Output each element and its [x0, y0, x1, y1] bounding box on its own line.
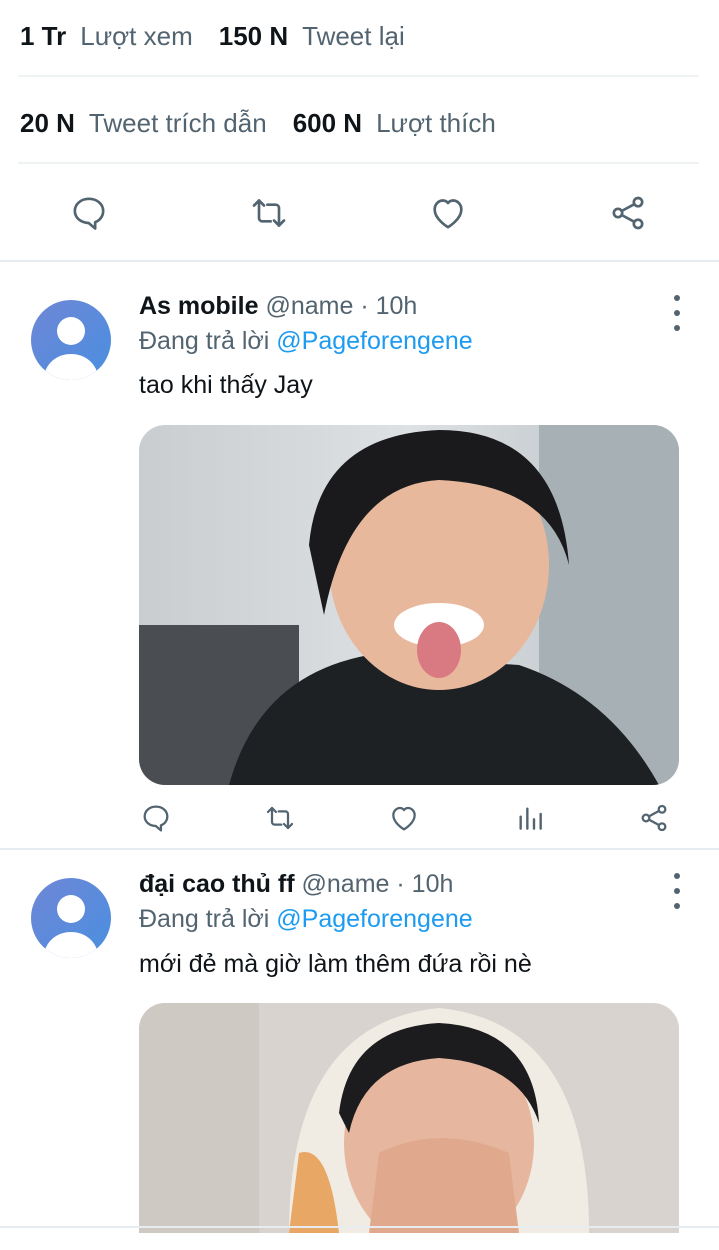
timestamp[interactable]: 10h [412, 870, 454, 898]
display-name[interactable]: As mobile [139, 292, 258, 320]
retweet-icon [252, 199, 286, 227]
like-button[interactable] [426, 191, 470, 235]
tweet-text: mới đẻ mà giờ làm thêm đứa rồi nè [139, 950, 532, 978]
replying-to-prefix: Đang trả lời [139, 327, 270, 355]
retweets-label[interactable]: Tweet lại [302, 21, 405, 52]
reply-button[interactable] [67, 191, 111, 235]
default-avatar-icon [43, 895, 99, 958]
main-tweet-action-bar [0, 180, 719, 246]
more-options-button[interactable] [665, 873, 689, 909]
separator: · [360, 292, 369, 320]
avatar[interactable] [31, 878, 111, 958]
replying-to-mention[interactable]: @Pageforengene [276, 905, 472, 933]
quotes-label[interactable]: Tweet trích dẫn [89, 108, 267, 139]
analytics-button[interactable] [510, 798, 550, 838]
share-button[interactable] [606, 191, 650, 235]
more-vertical-icon [674, 295, 680, 301]
reply-tweet-2[interactable]: đại cao thủ ff @name · 10h Đang trả lời … [0, 850, 719, 1233]
likes-count[interactable]: 600 N [293, 108, 362, 139]
like-button[interactable] [384, 798, 424, 838]
stats-row-views-retweets: 1 Tr Lượt xem 150 N Tweet lại [20, 16, 699, 56]
bottom-divider [0, 1226, 719, 1228]
photo-image [139, 1003, 679, 1233]
stats-divider-2 [18, 162, 699, 164]
retweet-icon [266, 806, 294, 830]
more-options-button[interactable] [665, 295, 689, 331]
user-handle[interactable]: @name [265, 292, 353, 320]
tweet-header: đại cao thủ ff @name · 10h [139, 870, 453, 899]
analytics-icon [519, 807, 542, 830]
photo-image [139, 425, 679, 785]
default-avatar-icon [43, 317, 99, 380]
replying-to-mention[interactable]: @Pageforengene [276, 327, 472, 355]
reply-button[interactable] [136, 798, 176, 838]
reply-icon [143, 805, 169, 832]
share-icon [641, 804, 667, 832]
replying-to: Đang trả lời @Pageforengene [139, 905, 473, 934]
share-button[interactable] [634, 798, 674, 838]
stats-divider-1 [18, 75, 699, 77]
heart-icon [392, 806, 416, 831]
timestamp[interactable]: 10h [376, 292, 418, 320]
retweet-button[interactable] [247, 191, 291, 235]
likes-label[interactable]: Lượt thích [376, 108, 496, 139]
tweet-media-image[interactable] [139, 1003, 679, 1233]
reply-icon [73, 197, 105, 230]
share-icon [612, 196, 644, 230]
tweet-header: As mobile @name · 10h [139, 292, 417, 321]
retweets-count[interactable]: 150 N [219, 21, 288, 52]
retweet-button[interactable] [260, 798, 300, 838]
replying-to: Đang trả lời @Pageforengene [139, 327, 473, 356]
quotes-count[interactable]: 20 N [20, 108, 75, 139]
avatar[interactable] [31, 300, 111, 380]
user-handle[interactable]: @name [302, 870, 390, 898]
separator: · [396, 870, 405, 898]
reply-tweet-1[interactable]: As mobile @name · 10h Đang trả lời @Page… [0, 262, 719, 848]
tweet-text: tao khi thấy Jay [139, 371, 313, 399]
stats-row-quotes-likes: 20 N Tweet trích dẫn 600 N Lượt thích [20, 103, 699, 143]
display-name[interactable]: đại cao thủ ff [139, 870, 295, 898]
replying-to-prefix: Đang trả lời [139, 905, 270, 933]
reply-1-action-bar [0, 798, 719, 842]
views-count: 1 Tr [20, 20, 67, 51]
tweet-media-image[interactable] [139, 425, 679, 785]
more-vertical-icon [674, 873, 680, 879]
heart-icon [433, 199, 463, 229]
views-label: Lượt xem [80, 20, 193, 51]
